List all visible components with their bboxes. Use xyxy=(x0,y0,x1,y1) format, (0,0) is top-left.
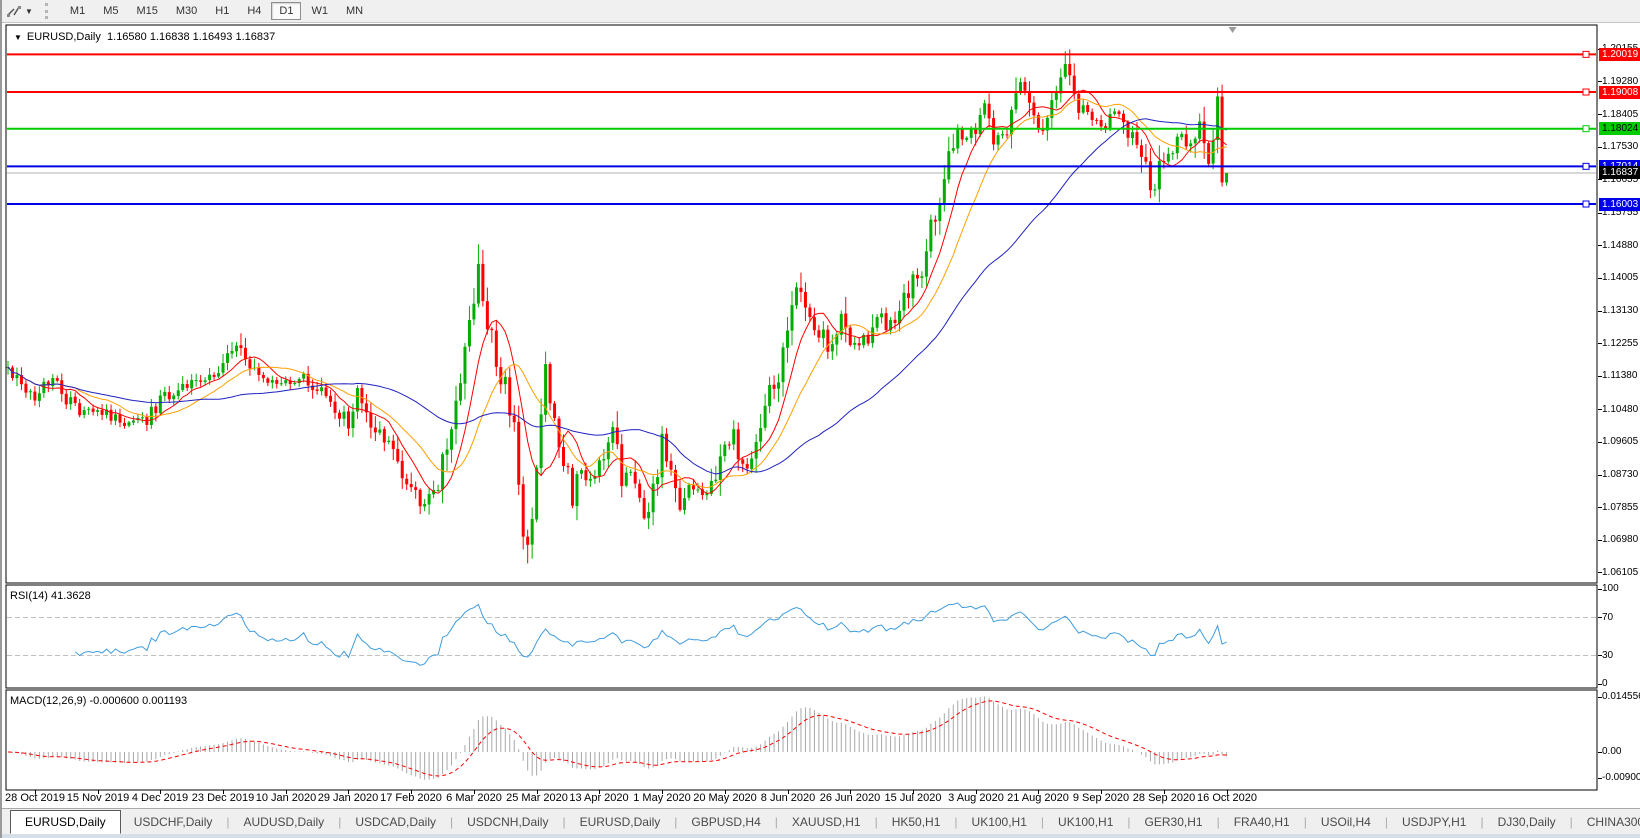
price-axis-label: 1.12255 xyxy=(1602,338,1638,349)
tab-china300-h1[interactable]: CHINA300,H1 xyxy=(1574,812,1640,832)
rsi-axis-label: 30 xyxy=(1602,650,1613,661)
window-bottom-edge xyxy=(2,834,1640,838)
timeframe-button-m15[interactable]: M15 xyxy=(128,2,165,20)
date-axis-label: 17 Feb 2020 xyxy=(380,792,442,804)
timeframe-buttons: M1M5M15M30H1H4D1W1MN xyxy=(61,2,372,20)
tab-eurusd-daily[interactable]: EURUSD,Daily xyxy=(10,810,121,834)
date-axis-label: 23 Dec 2019 xyxy=(192,792,254,804)
tab-ger30-h1[interactable]: GER30,H1 xyxy=(1132,812,1216,832)
rsi-axis-label: 100 xyxy=(1602,583,1619,594)
chart-collapse-icon[interactable]: ▼ xyxy=(14,33,22,42)
tab-audusd-daily[interactable]: AUDUSD,Daily xyxy=(231,812,338,832)
price-axis-label: 1.07855 xyxy=(1602,502,1638,513)
chart-title-line: ▼ EURUSD,Daily 1.16580 1.16838 1.16493 1.… xyxy=(14,31,275,43)
hline-price-label: 1.18024 xyxy=(1599,122,1640,135)
tab-xauusd-h1[interactable]: XAUUSD,H1 xyxy=(779,812,874,832)
timeframe-button-h1[interactable]: H1 xyxy=(207,2,237,20)
tab-gbpusd-h4[interactable]: GBPUSD,H4 xyxy=(678,812,773,832)
date-axis-label: 8 Jun 2020 xyxy=(761,792,815,804)
date-axis-label: 25 Mar 2020 xyxy=(506,792,568,804)
price-axis-label: 1.17530 xyxy=(1602,141,1638,152)
current-price-label: 1.16837 xyxy=(1599,166,1640,179)
price-axis-label: 1.14880 xyxy=(1602,240,1638,251)
tab-usdjpy-h1[interactable]: USDJPY,H1 xyxy=(1389,812,1479,832)
rsi-axis-label: 0 xyxy=(1602,678,1608,689)
hline-price-label: 1.20019 xyxy=(1599,48,1640,61)
date-axis-label: 28 Oct 2019 xyxy=(5,792,65,804)
tab-fra40-h1[interactable]: FRA40,H1 xyxy=(1221,812,1303,832)
hline-price-label: 1.16003 xyxy=(1599,198,1640,211)
rsi-indicator-label: RSI(14) 41.3628 xyxy=(10,590,91,602)
macd-axis-label: 0.014556 xyxy=(1602,691,1640,702)
date-axis-label: 21 Aug 2020 xyxy=(1007,792,1069,804)
timeframe-toolbar: ▼ M1M5M15M30H1H4D1W1MN xyxy=(2,0,1640,23)
toolbar-grip[interactable] xyxy=(45,3,53,19)
date-axis-label: 10 Jan 2020 xyxy=(256,792,317,804)
rsi-axis-label: 70 xyxy=(1602,612,1613,623)
price-axis-label: 1.13130 xyxy=(1602,305,1638,316)
drawing-tool-icon[interactable] xyxy=(5,3,23,19)
price-axis-label: 1.09605 xyxy=(1602,436,1638,447)
price-axis-label: 1.10480 xyxy=(1602,404,1638,415)
timeframe-button-w1[interactable]: W1 xyxy=(303,2,336,20)
tab-dj30-daily[interactable]: DJ30,Daily xyxy=(1485,812,1569,832)
date-axis-label: 1 May 2020 xyxy=(633,792,690,804)
chart-ohlc-values: 1.16580 1.16838 1.16493 1.16837 xyxy=(107,31,275,43)
timeframe-button-mn[interactable]: MN xyxy=(338,2,371,20)
date-axis-label: 26 Jun 2020 xyxy=(820,792,881,804)
tab-uk100-h1[interactable]: UK100,H1 xyxy=(959,812,1040,832)
terminal-window: ▼ M1M5M15M30H1H4D1W1MN ▼ EURUSD,Daily 1.1… xyxy=(0,0,1640,838)
date-axis-label: 15 Nov 2019 xyxy=(67,792,129,804)
tab-usoil-h4[interactable]: USOil,H4 xyxy=(1308,812,1384,832)
price-axis-label: 1.08730 xyxy=(1602,469,1638,480)
timeframe-button-m5[interactable]: M5 xyxy=(95,2,126,20)
price-axis-label: 1.06105 xyxy=(1602,567,1638,578)
date-axis-label: 16 Oct 2020 xyxy=(1197,792,1257,804)
date-axis-label: 15 Jul 2020 xyxy=(885,792,942,804)
price-axis-label: 1.11380 xyxy=(1602,370,1637,381)
chart-canvas[interactable] xyxy=(2,0,1640,838)
tab-usdchf-daily[interactable]: USDCHF,Daily xyxy=(121,812,226,832)
macd-axis-label: 0.00 xyxy=(1602,746,1621,757)
tool-dropdown-icon[interactable]: ▼ xyxy=(25,7,33,16)
macd-axis-label: -0.00900 xyxy=(1602,772,1640,783)
macd-indicator-label: MACD(12,26,9) -0.000600 0.001193 xyxy=(10,695,187,707)
date-axis-label: 4 Dec 2019 xyxy=(132,792,188,804)
date-axis-label: 6 Mar 2020 xyxy=(446,792,502,804)
timeframe-button-m30[interactable]: M30 xyxy=(168,2,205,20)
date-axis-label: 3 Aug 2020 xyxy=(948,792,1004,804)
chart-symbol-title: EURUSD,Daily xyxy=(27,31,101,43)
chart-tab-bar: EURUSD,DailyUSDCHF,Daily|AUDUSD,Daily|US… xyxy=(2,808,1640,835)
timeframe-button-h4[interactable]: H4 xyxy=(239,2,269,20)
hline-price-label: 1.19008 xyxy=(1599,86,1640,99)
tab-hk50-h1[interactable]: HK50,H1 xyxy=(879,812,954,832)
price-axis-label: 1.06980 xyxy=(1602,534,1638,545)
date-axis-label: 13 Apr 2020 xyxy=(569,792,628,804)
price-axis-label: 1.18405 xyxy=(1602,109,1638,120)
date-axis-label: 28 Sep 2020 xyxy=(1133,792,1195,804)
date-axis-label: 20 May 2020 xyxy=(693,792,757,804)
date-axis-label: 9 Sep 2020 xyxy=(1073,792,1129,804)
tab-uk100-h1[interactable]: UK100,H1 xyxy=(1045,812,1126,832)
date-axis-label: 29 Jan 2020 xyxy=(318,792,379,804)
tab-usdcad-daily[interactable]: USDCAD,Daily xyxy=(342,812,449,832)
price-axis-label: 1.14005 xyxy=(1602,272,1638,283)
tab-usdcnh-daily[interactable]: USDCNH,Daily xyxy=(454,812,561,832)
timeframe-button-d1[interactable]: D1 xyxy=(271,2,301,20)
tab-eurusd-daily[interactable]: EURUSD,Daily xyxy=(567,812,674,832)
timeframe-button-m1[interactable]: M1 xyxy=(62,2,93,20)
